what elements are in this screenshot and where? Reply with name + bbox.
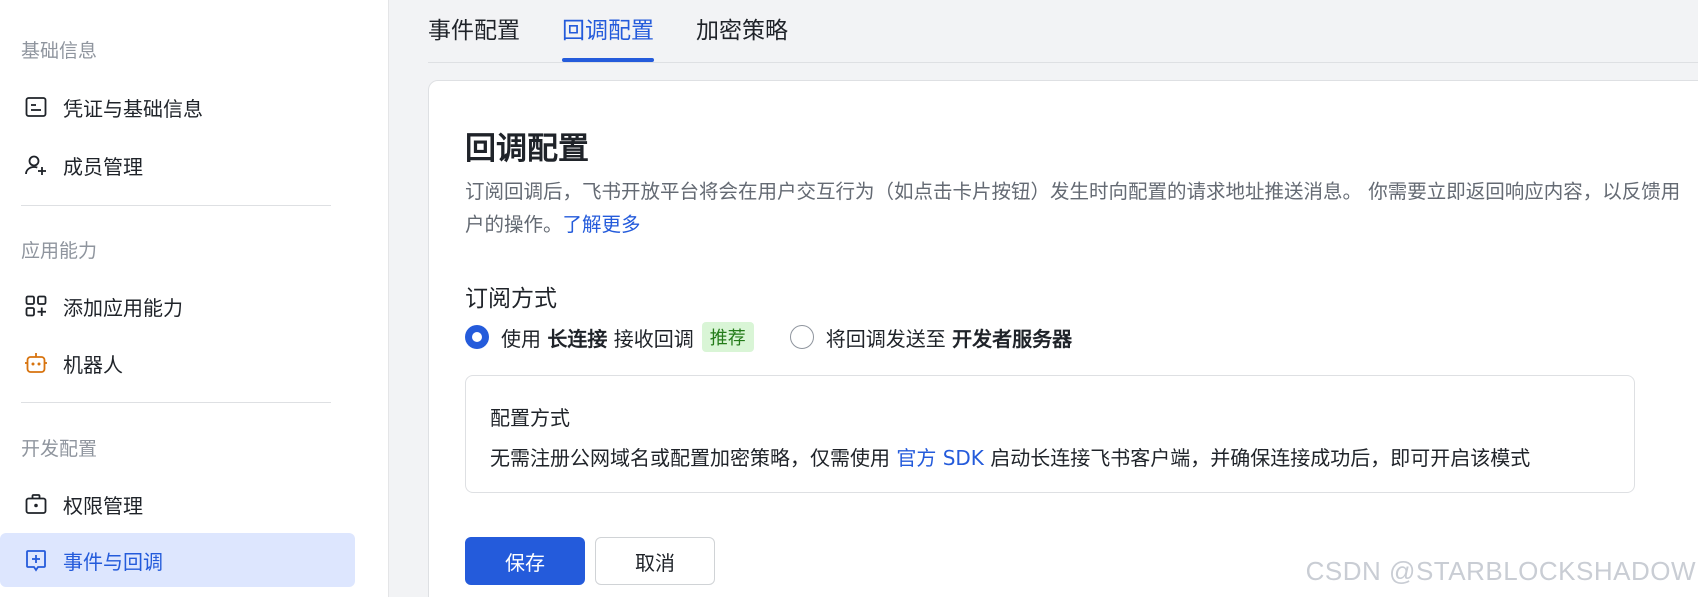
sidebar-item-permissions[interactable]: 权限管理 xyxy=(0,477,355,531)
radio-developer-server[interactable] xyxy=(789,325,814,349)
sidebar-item-credentials[interactable]: 凭证与基础信息 xyxy=(0,80,355,134)
info-suffix: 启动长连接飞书客户端，并确保连接成功后，即可开启该模式 xyxy=(983,446,1531,470)
tab-callback-config[interactable]: 回调配置 xyxy=(562,0,654,62)
sidebar-divider xyxy=(21,402,331,403)
callback-config-card: 回调配置 订阅回调后，飞书开放平台将会在用户交互行为（如点击卡片按钮）发生时向配… xyxy=(428,80,1698,597)
apps-add-icon xyxy=(23,293,49,319)
credential-card-icon xyxy=(23,94,49,120)
sidebar-item-label: 凭证与基础信息 xyxy=(63,96,203,121)
sidebar-item-label: 权限管理 xyxy=(63,493,143,518)
subscription-title: 订阅方式 xyxy=(465,286,557,312)
robot-icon xyxy=(23,350,49,376)
section-label-dev: 开发配置 xyxy=(21,438,98,460)
radio-long-connection[interactable] xyxy=(465,325,489,349)
sidebar: 基础信息 凭证与基础信息 成员管理 应用能力 添加应用能力 机器人 开发配置 权… xyxy=(0,0,389,597)
option1-bold: 长连接 xyxy=(547,326,608,351)
sidebar-item-bot[interactable]: 机器人 xyxy=(0,336,355,390)
section-label-ability: 应用能力 xyxy=(21,240,98,262)
description-text: 订阅回调后，飞书开放平台将会在用户交互行为（如点击卡片按钮）发生时向配置的请求地… xyxy=(465,180,1681,236)
config-method-title: 配置方式 xyxy=(490,406,570,430)
sidebar-divider xyxy=(21,205,331,206)
official-sdk-link[interactable]: 官方 SDK xyxy=(896,446,984,470)
tab-encryption[interactable]: 加密策略 xyxy=(696,0,788,62)
info-prefix: 无需注册公网域名或配置加密策略，仅需使用 xyxy=(490,446,897,470)
sidebar-item-members[interactable]: 成员管理 xyxy=(0,138,355,192)
tab-event-config[interactable]: 事件配置 xyxy=(428,0,520,62)
sidebar-item-add-ability[interactable]: 添加应用能力 xyxy=(0,279,355,333)
sidebar-item-label: 添加应用能力 xyxy=(63,295,183,320)
config-method-box: 配置方式 无需注册公网域名或配置加密策略，仅需使用 官方 SDK 启动长连接飞书… xyxy=(465,375,1635,493)
section-label-basic: 基础信息 xyxy=(21,40,98,62)
option1-suffix: 接收回调 xyxy=(613,326,694,351)
sidebar-item-label: 成员管理 xyxy=(63,154,143,179)
main-content: 事件配置 回调配置 加密策略 回调配置 订阅回调后，飞书开放平台将会在用户交互行… xyxy=(390,0,1698,597)
option-long-connection[interactable]: 使用 长连接 接收回调 推荐 xyxy=(465,322,754,352)
tab-divider xyxy=(428,62,1698,63)
subscription-options: 使用 长连接 接收回调 推荐 将回调发送至 开发者服务器 xyxy=(465,322,1072,352)
briefcase-icon xyxy=(23,491,49,517)
page: 基础信息 凭证与基础信息 成员管理 应用能力 添加应用能力 机器人 开发配置 权… xyxy=(0,0,1698,597)
tab-bar: 事件配置 回调配置 加密策略 xyxy=(428,0,830,62)
option2-prefix: 将回调发送至 xyxy=(825,326,946,351)
save-button[interactable]: 保存 xyxy=(465,537,585,585)
option2-bold: 开发者服务器 xyxy=(952,326,1073,351)
option-developer-server[interactable]: 将回调发送至 开发者服务器 xyxy=(789,323,1073,352)
add-user-icon xyxy=(23,152,49,178)
config-method-description: 无需注册公网域名或配置加密策略，仅需使用 官方 SDK 启动长连接飞书客户端，并… xyxy=(490,442,1530,471)
sidebar-item-label: 事件与回调 xyxy=(63,549,163,574)
recommended-badge: 推荐 xyxy=(701,322,754,352)
sidebar-item-label: 机器人 xyxy=(63,352,123,377)
watermark: CSDN @STARBLOCKSHADOW xyxy=(1305,556,1696,586)
learn-more-link[interactable]: 了解更多 xyxy=(563,213,641,236)
sidebar-item-events[interactable]: 事件与回调 xyxy=(0,533,355,587)
card-description: 订阅回调后，飞书开放平台将会在用户交互行为（如点击卡片按钮）发生时向配置的请求地… xyxy=(465,175,1685,241)
option1-prefix: 使用 xyxy=(501,326,541,351)
cancel-button[interactable]: 取消 xyxy=(595,537,715,585)
card-title: 回调配置 xyxy=(465,131,589,167)
event-callback-icon xyxy=(23,547,49,573)
